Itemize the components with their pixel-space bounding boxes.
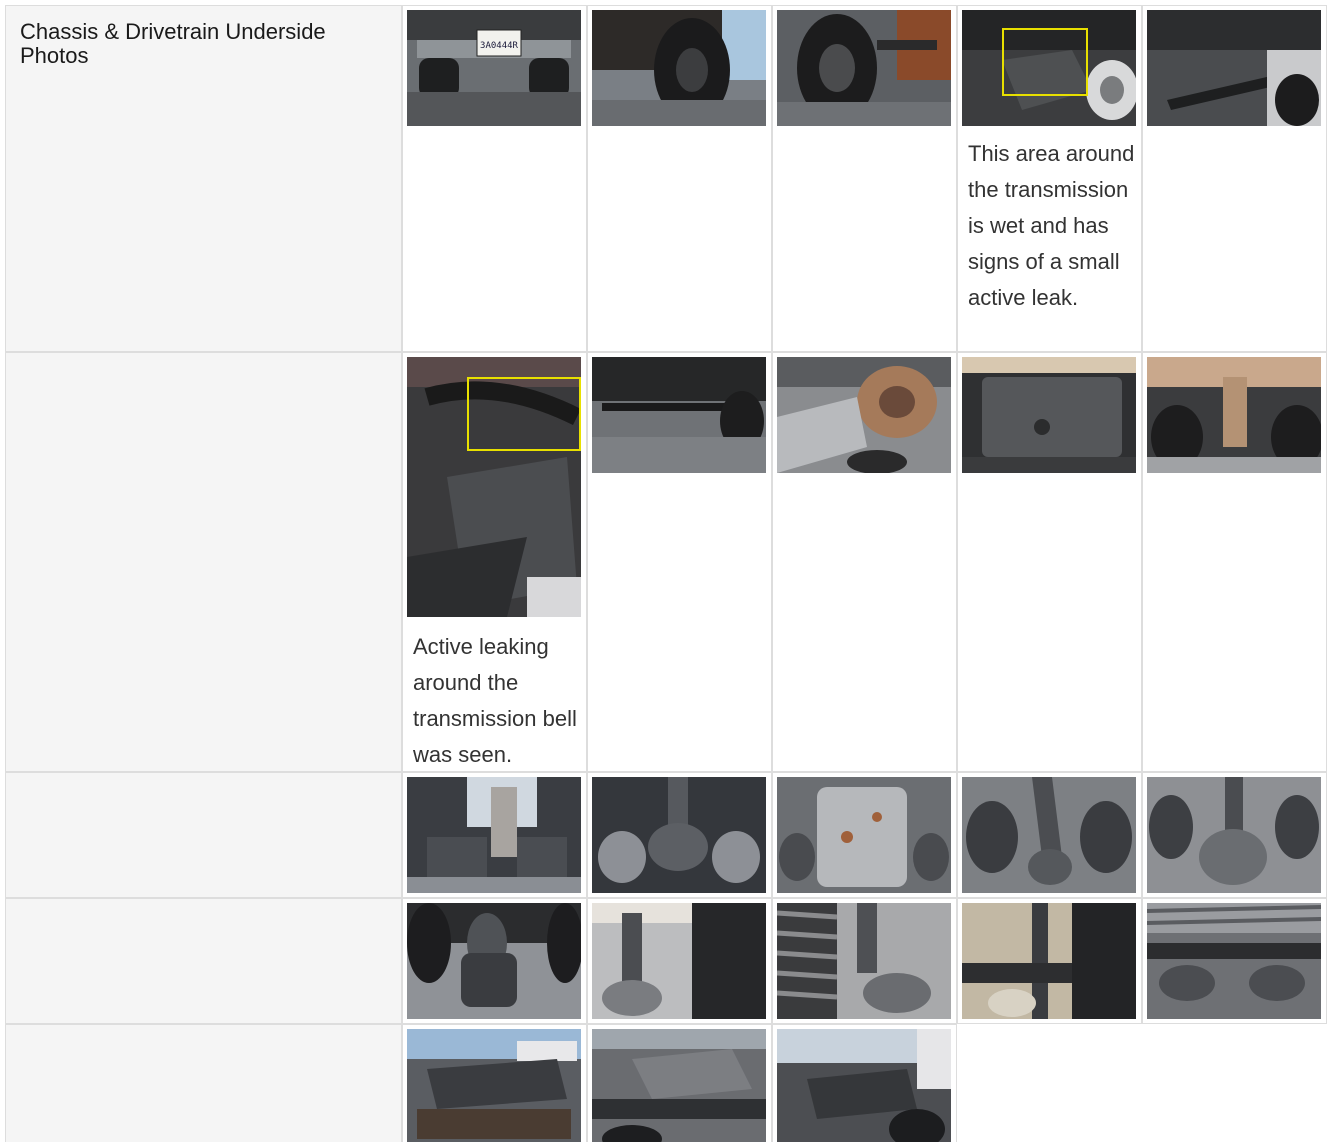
photo-cell [587,5,772,352]
section-title: Chassis & Drivetrain Underside Photos [20,19,326,68]
photo-cell [772,352,957,772]
photo-cell [772,772,957,898]
photo-cell [957,772,1142,898]
photo-cell [772,5,957,352]
photo-differential-housing[interactable] [777,777,951,893]
photo-oil-pan[interactable] [962,357,1136,473]
photo-transmission-bell[interactable] [407,357,581,617]
photo-suspension-arm[interactable] [1147,10,1321,126]
photo-cell [957,898,1142,1024]
photo-cell [587,352,772,772]
photo-rear-differential[interactable] [592,777,766,893]
photo-cell [587,1024,772,1142]
photo-rear-wheel-frame[interactable] [592,903,766,1019]
section-label-cell: Chassis & Drivetrain Underside Photos [5,5,402,352]
photo-rear-diff-airbags[interactable] [1147,777,1321,893]
section-label-cell-empty [5,352,402,772]
photo-driveshaft-crossmember[interactable] [1147,357,1321,473]
inspection-photo-table: Chassis & Drivetrain Underside Photos 3A… [0,0,1329,1142]
photo-fifth-wheel-3[interactable] [777,1029,951,1142]
photo-driveshaft-rear-axle[interactable] [407,777,581,893]
highlight-box [1002,28,1088,96]
photo-front-wheel[interactable] [592,10,766,126]
photo-cell: 3A0444R [402,5,587,352]
photo-cell [772,1024,957,1142]
photo-tire-tread-frame[interactable] [1147,903,1321,1019]
photo-transmission-area[interactable] [962,10,1136,126]
photo-cell [772,898,957,1024]
photo-front-axle[interactable] [777,10,951,126]
photo-cell [402,1024,587,1142]
photo-airbag-suspension[interactable] [407,903,581,1019]
photo-cell [587,898,772,1024]
photo-cell [587,772,772,898]
photo-tire-tread-airbag[interactable] [777,903,951,1019]
photo-transmission-housing[interactable] [777,357,951,473]
photo-rear-bumper[interactable]: 3A0444R [407,10,581,126]
caption-bell-leak: Active leaking around the transmission b… [413,634,577,767]
caption-transmission-leak: This area around the transmission is wet… [968,141,1135,310]
photo-cell: This area around the transmission is wet… [957,5,1142,352]
photo-cell [1142,898,1327,1024]
highlight-box [467,377,581,451]
license-plate-text: 3A0444R [480,41,519,51]
photo-cell [1142,772,1327,898]
photo-cell [1142,5,1327,352]
section-label-cell-empty [5,898,402,1024]
photo-cell [402,772,587,898]
photo-frame-rail-wheel[interactable] [962,903,1136,1019]
section-label-cell-empty [5,772,402,898]
photo-front-crossmember[interactable] [592,357,766,473]
photo-cell: Active leaking around the transmission b… [402,352,587,772]
photo-driveshaft-airbags[interactable] [962,777,1136,893]
section-label-cell-empty [5,1024,402,1142]
photo-cell [1142,352,1327,772]
photo-fifth-wheel-2[interactable] [592,1029,766,1142]
photo-fifth-wheel-1[interactable] [407,1029,581,1142]
photo-cell [402,898,587,1024]
photo-cell [957,352,1142,772]
